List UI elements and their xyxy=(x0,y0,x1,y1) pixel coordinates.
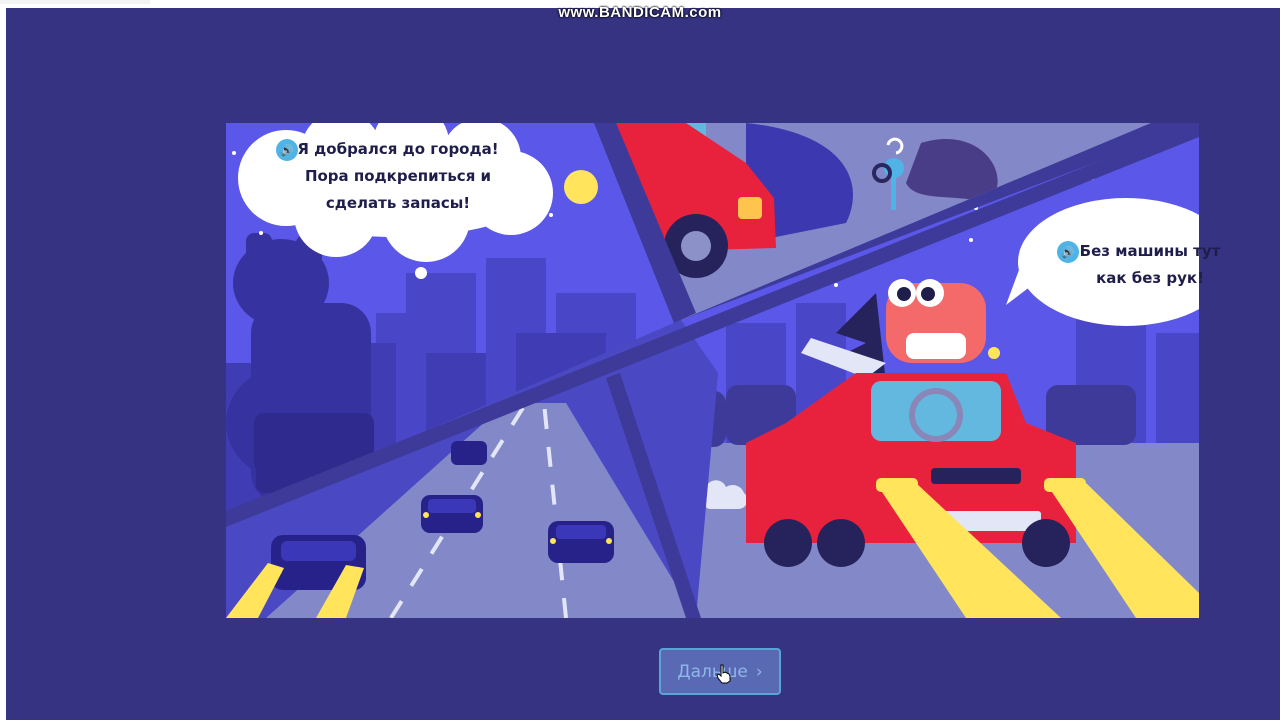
bandicam-watermark: www.BANDICAM.com xyxy=(558,4,722,21)
chevron-right-icon: › xyxy=(755,661,763,682)
thought-bubble-text: Я добрался до города! Пора подкрепиться … xyxy=(283,136,513,217)
window-left-edge xyxy=(0,8,6,720)
bubble-line: сделать запасы! xyxy=(325,194,471,212)
hand-pointer-icon xyxy=(716,664,731,684)
bubble-line: Я добрался до города! xyxy=(297,140,499,158)
bubble-line: как без рук! xyxy=(1096,269,1204,287)
speech-bubble-text: Без машины тут как без рук! xyxy=(1060,238,1240,292)
bubble-line: Без машины тут xyxy=(1079,242,1221,260)
next-button-label: Дальше xyxy=(677,661,748,682)
bubble-line: Пора подкрепиться и xyxy=(304,167,492,185)
